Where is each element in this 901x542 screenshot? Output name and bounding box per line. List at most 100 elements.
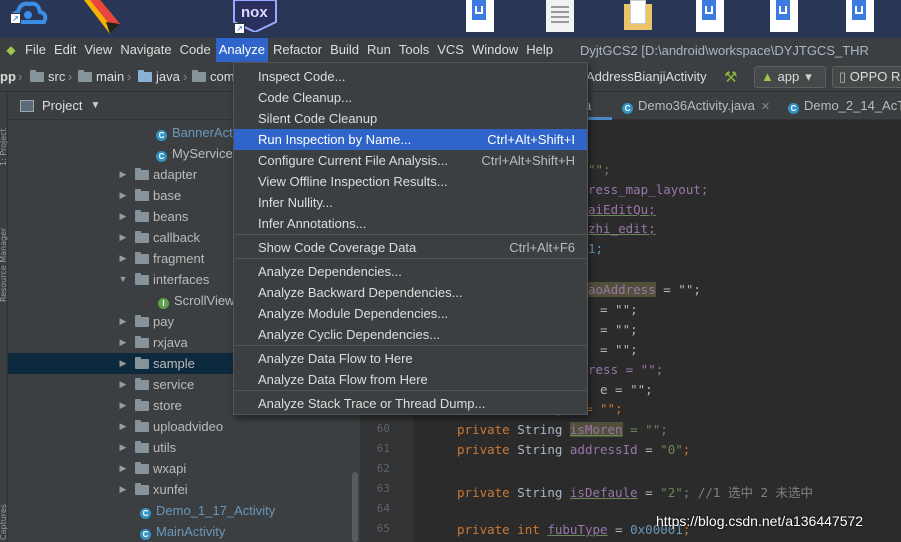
menu-item-view-offline-inspection-results[interactable]: View Offline Inspection Results... bbox=[234, 171, 587, 192]
chevron-down-icon[interactable]: ▼ bbox=[90, 100, 100, 111]
menu-file[interactable]: File bbox=[22, 38, 49, 62]
menu-item-silent-code-cleanup[interactable]: Silent Code Cleanup bbox=[234, 108, 587, 129]
tree-file-row[interactable]: C MainActivity bbox=[8, 521, 360, 542]
menu-item-analyze-data-flow-to-here[interactable]: Analyze Data Flow to Here bbox=[234, 348, 587, 369]
tree-folder-row[interactable]: ▶ uploadvideo bbox=[8, 416, 360, 437]
expand-arrow-right-icon[interactable]: ▶ bbox=[118, 206, 128, 227]
menu-window[interactable]: Window bbox=[469, 38, 521, 62]
text-document-desktop-icon[interactable] bbox=[546, 0, 574, 32]
code-line[interactable]: ""; bbox=[588, 162, 611, 177]
code-line[interactable]: = ""; bbox=[600, 322, 638, 337]
menu-item-label: Configure Current File Analysis... bbox=[258, 153, 449, 168]
expand-arrow-right-icon[interactable]: ▶ bbox=[118, 479, 128, 500]
editor-tab-current[interactable]: a bbox=[584, 92, 612, 120]
menu-item-code-cleanup[interactable]: Code Cleanup... bbox=[234, 87, 587, 108]
code-line[interactable]: aoAddress = ""; bbox=[588, 282, 701, 297]
folder-document-desktop-icon[interactable] bbox=[622, 0, 656, 34]
expand-arrow-right-icon[interactable]: ▶ bbox=[118, 353, 128, 374]
expand-arrow-right-icon[interactable]: ▶ bbox=[118, 185, 128, 206]
expand-arrow-right-icon[interactable]: ▶ bbox=[118, 248, 128, 269]
menu-item-configure-current-file-analysis[interactable]: Configure Current File Analysis... Ctrl+A… bbox=[234, 150, 587, 171]
tree-row-label: interfaces bbox=[153, 272, 210, 287]
menu-item-run-inspection-by-name[interactable]: Run Inspection by Name... Ctrl+Alt+Shift+… bbox=[234, 129, 587, 150]
code-line-60[interactable]: private String isMoren = ""; bbox=[457, 422, 668, 437]
breadcrumb-java[interactable]: java bbox=[138, 62, 180, 92]
menu-item-analyze-stack-trace-or-thread-dump[interactable]: Analyze Stack Trace or Thread Dump... bbox=[234, 393, 587, 414]
menu-item-analyze-data-flow-from-here[interactable]: Analyze Data Flow from Here bbox=[234, 369, 587, 390]
code-line[interactable]: = ""; bbox=[600, 342, 638, 357]
menu-edit[interactable]: Edit bbox=[51, 38, 79, 62]
menu-analyze[interactable]: Analyze bbox=[215, 38, 268, 62]
code-line[interactable]: e = ""; bbox=[600, 382, 653, 397]
menu-help[interactable]: Help bbox=[523, 38, 556, 62]
menu-item-analyze-module-dependencies[interactable]: Analyze Module Dependencies... bbox=[234, 303, 587, 324]
word-document-desktop-icon[interactable] bbox=[846, 0, 874, 32]
tree-file-row[interactable]: C Demo_1_17_Activity bbox=[8, 500, 360, 521]
tree-row-content: C MainActivity bbox=[140, 521, 225, 542]
expand-arrow-right-icon[interactable]: ▶ bbox=[118, 227, 128, 248]
cloud-app-desktop-icon[interactable]: ↗ bbox=[8, 0, 48, 26]
breadcrumb-com[interactable]: com bbox=[192, 62, 235, 92]
folder-icon bbox=[135, 273, 149, 285]
menu-item-analyze-cyclic-dependencies[interactable]: Analyze Cyclic Dependencies... bbox=[234, 324, 587, 345]
project-tool-window-tab[interactable]: 1: Project bbox=[0, 96, 8, 166]
code-line-63[interactable]: private String isDefaule = "2"; //1 选中 2… bbox=[457, 482, 813, 501]
menu-item-infer-nullity[interactable]: Infer Nullity... bbox=[234, 192, 587, 213]
expand-arrow-right-icon[interactable]: ▶ bbox=[118, 458, 128, 479]
menu-item-inspect-code[interactable]: Inspect Code... bbox=[234, 66, 587, 87]
menu-refactor[interactable]: Refactor bbox=[270, 38, 325, 62]
breadcrumb-current-file[interactable]: AddressBianjiActivity bbox=[586, 62, 707, 92]
expand-arrow-right-icon[interactable]: ▶ bbox=[118, 374, 128, 395]
code-line[interactable]: aiEditQu; bbox=[588, 202, 656, 217]
tree-folder-row[interactable]: ▶ utils bbox=[8, 437, 360, 458]
folder-icon bbox=[135, 420, 149, 432]
code-line[interactable]: = ""; bbox=[600, 302, 638, 317]
device-select[interactable]: ▯ OPPO R bbox=[832, 66, 901, 88]
menu-item-analyze-backward-dependencies[interactable]: Analyze Backward Dependencies... bbox=[234, 282, 587, 303]
menu-item-label: Analyze Dependencies... bbox=[258, 264, 402, 279]
menu-item-analyze-dependencies[interactable]: Analyze Dependencies... bbox=[234, 261, 587, 282]
run-config-select[interactable]: ▲ app ▾ bbox=[754, 66, 826, 88]
tree-scrollbar[interactable] bbox=[352, 472, 358, 542]
tree-folder-row[interactable]: ▶ wxapi bbox=[8, 458, 360, 479]
editor-tab-demo-2-14[interactable]: C Demo_2_14_AcTI bbox=[788, 92, 901, 120]
project-view-title[interactable]: Project bbox=[42, 98, 82, 113]
hammer-build-icon[interactable]: ⚒ bbox=[724, 68, 737, 86]
menu-run[interactable]: Run bbox=[364, 38, 394, 62]
editor-tab-demo36[interactable]: C Demo36Activity.java ✕ bbox=[622, 92, 770, 120]
menu-item-infer-annotations[interactable]: Infer Annotations... bbox=[234, 213, 587, 234]
expand-arrow-right-icon[interactable]: ▶ bbox=[118, 311, 128, 332]
breadcrumb-main[interactable]: main bbox=[78, 62, 124, 92]
captures-tool-window-tab[interactable]: Captures bbox=[0, 496, 8, 540]
expand-arrow-right-icon[interactable]: ▶ bbox=[118, 395, 128, 416]
menu-build[interactable]: Build bbox=[327, 38, 362, 62]
code-line[interactable]: zhi_edit; bbox=[588, 221, 656, 236]
word-document-desktop-icon[interactable] bbox=[466, 0, 494, 32]
expand-arrow-down-icon[interactable]: ▼ bbox=[118, 269, 128, 290]
tree-folder-row[interactable]: ▶ xunfei bbox=[8, 479, 360, 500]
code-line[interactable]: 1; bbox=[588, 241, 603, 256]
code-line[interactable]: ress = ""; bbox=[588, 362, 663, 377]
menu-navigate[interactable]: Navigate bbox=[117, 38, 174, 62]
breadcrumb-src[interactable]: src bbox=[30, 62, 65, 92]
breadcrumb-module[interactable]: pp bbox=[0, 62, 16, 92]
expand-arrow-right-icon[interactable]: ▶ bbox=[118, 164, 128, 185]
folder-icon bbox=[78, 70, 92, 82]
nox-emulator-desktop-icon[interactable]: nox ↗ bbox=[232, 0, 278, 36]
resource-manager-tool-window-tab[interactable]: Resource Manager bbox=[0, 192, 8, 302]
menu-item-show-code-coverage-data[interactable]: Show Code Coverage Data Ctrl+Alt+F6 bbox=[234, 237, 587, 258]
code-text: 1; bbox=[588, 241, 604, 256]
expand-arrow-right-icon[interactable]: ▶ bbox=[118, 416, 128, 437]
word-document-desktop-icon[interactable] bbox=[770, 0, 798, 32]
code-line-61[interactable]: private String addressId = "0"; bbox=[457, 442, 690, 457]
menu-code[interactable]: Code bbox=[177, 38, 214, 62]
menu-view[interactable]: View bbox=[81, 38, 115, 62]
close-icon[interactable]: ✕ bbox=[761, 101, 770, 113]
menu-vcs[interactable]: VCS bbox=[434, 38, 467, 62]
menu-tools[interactable]: Tools bbox=[396, 38, 432, 62]
expand-arrow-right-icon[interactable]: ▶ bbox=[118, 332, 128, 353]
code-line[interactable]: ress_map_layout; bbox=[588, 182, 708, 197]
word-document-desktop-icon[interactable] bbox=[696, 0, 724, 32]
pencil-app-desktop-icon[interactable] bbox=[80, 0, 126, 34]
expand-arrow-right-icon[interactable]: ▶ bbox=[118, 437, 128, 458]
